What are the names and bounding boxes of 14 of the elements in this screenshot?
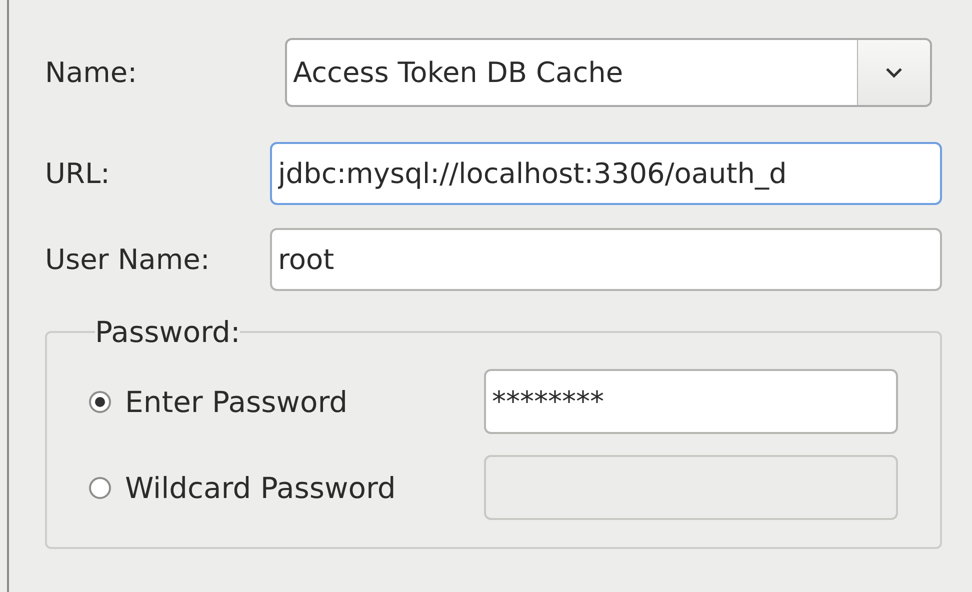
user-name-field[interactable]: root — [270, 228, 942, 291]
name-combo-box[interactable]: Access Token DB Cache — [285, 38, 932, 107]
field-label: Name: — [45, 56, 138, 89]
radio-button[interactable] — [89, 476, 111, 498]
combo-text-field[interactable]: Access Token DB Cache — [287, 40, 857, 105]
dropdown-button[interactable] — [857, 40, 930, 105]
group-title: Password: — [95, 315, 240, 349]
radio-label: Enter Password — [125, 384, 348, 418]
field-label: User Name: — [45, 243, 210, 276]
chevron-down-icon — [885, 66, 903, 78]
radio-button[interactable] — [89, 390, 111, 412]
radio-label: Wildcard Password — [125, 470, 396, 504]
password-field[interactable]: ******** — [484, 369, 898, 434]
field-label: URL: — [45, 157, 110, 190]
